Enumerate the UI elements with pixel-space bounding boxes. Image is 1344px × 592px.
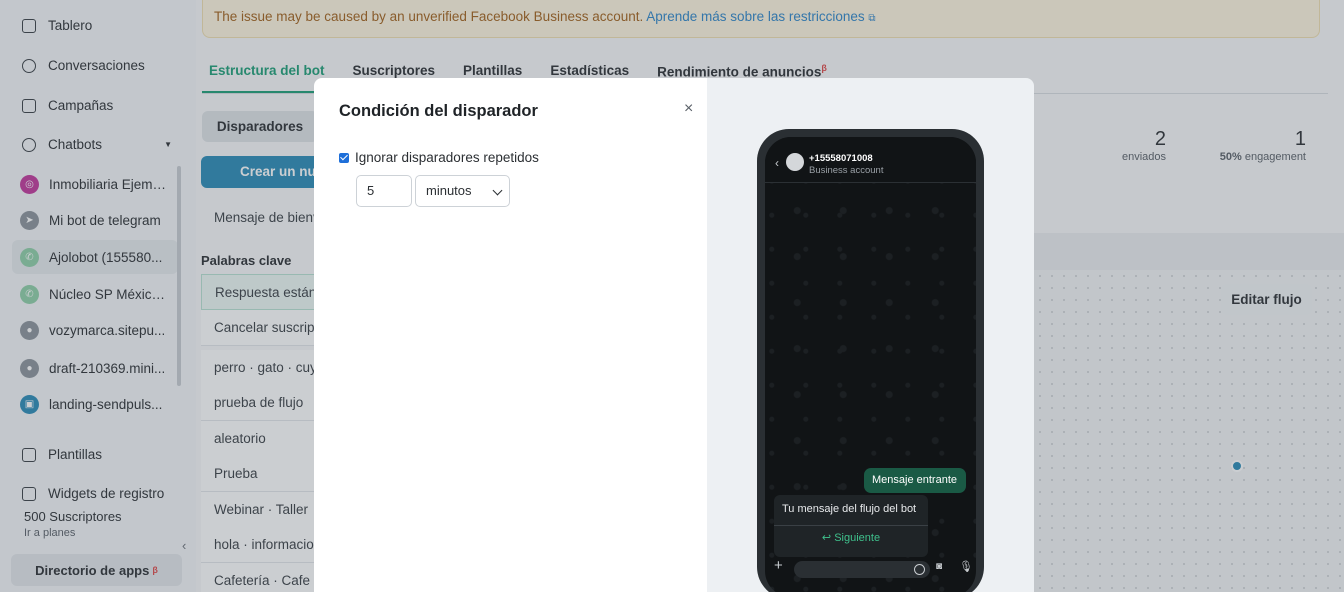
phone-screen: ‹ +15558071008 Business account Mensaje … [765,137,976,592]
ignore-repeated-row[interactable]: Ignorar disparadores repetidos [339,150,539,165]
camera-icon: ◙ [936,561,943,572]
mic-icon: 🎙 [959,561,973,573]
trigger-condition-modal: Condición del disparador Ignorar dispara… [314,78,1034,592]
modal-form: Condición del disparador Ignorar dispara… [314,78,707,592]
phone-preview: ‹ +15558071008 Business account Mensaje … [757,129,984,592]
chat-account-type: Business account [809,165,884,176]
avatar [786,153,804,171]
reply-icon: ↩ [821,532,832,544]
preview-panel: ‹ +15558071008 Business account Mensaje … [707,78,1034,592]
sticker-icon [914,564,925,575]
plus-icon: + [774,557,783,574]
chat-phone-number: +15558071008 [809,153,873,164]
chat-header: ‹ +15558071008 Business account [765,137,976,183]
chevron-down-icon [492,185,503,196]
interval-unit-value: minutos [426,183,472,198]
ignore-repeated-checkbox[interactable] [339,152,349,163]
interval-unit-select[interactable]: minutos [415,175,510,207]
interval-number-input[interactable]: 5 [356,175,412,207]
back-arrow-icon: ‹ [775,156,779,170]
close-icon[interactable]: × [684,100,693,118]
modal-title: Condición del disparador [339,102,538,120]
bot-message-divider [774,525,928,526]
bot-message: Tu mensaje del flujo del bot ↩ Siguiente [774,495,928,557]
message-input [794,561,930,578]
next-button-label: Siguiente [834,532,881,544]
incoming-message: Mensaje entrante [864,468,966,493]
bot-message-text: Tu mensaje del flujo del bot [782,503,917,515]
next-button: ↩ Siguiente [774,531,928,544]
ignore-repeated-label: Ignorar disparadores repetidos [355,150,539,165]
